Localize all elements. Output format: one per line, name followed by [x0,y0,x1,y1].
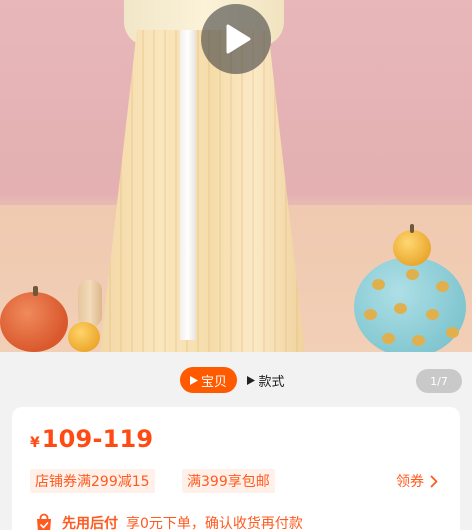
pumpkin-blue-prop [354,257,466,352]
get-coupon-link[interactable]: 领券 [396,471,438,491]
get-coupon-label: 领券 [396,474,424,490]
pumpkin-yellow-prop [393,224,431,266]
tab-baobei[interactable]: 宝贝 [180,367,237,393]
play-triangle-icon [247,375,256,385]
product-main-image[interactable] [0,0,472,352]
currency-symbol: ¥ [30,435,40,451]
garment-sash [180,30,196,340]
image-counter: 1/7 [416,369,462,393]
play-triangle-icon [189,375,198,385]
pay-later-label: 先用后付 [62,516,118,530]
pay-later-description: 享0元下单，确认收货再付款 [126,516,303,530]
price: ¥ 109-119 [30,425,153,453]
garment-skirt-pleats [100,30,305,352]
pumpkin-orange-prop [0,286,68,352]
promo-tag-free-shipping[interactable]: 满399享包邮 [182,469,275,493]
video-play-button[interactable] [201,4,271,74]
promo-tag-store-coupon[interactable]: 店铺券满299减15 [30,469,155,493]
product-info-card: ¥ 109-119 店铺券满299减15 满399享包邮 领券 先用后付 享0元… [12,407,460,530]
gourd-prop [78,280,102,328]
product-detail-screen: 宝贝 款式 1/7 ¥ 109-119 店铺券满299减15 满399享包邮 领… [0,0,472,530]
pumpkin-small-prop [68,322,100,352]
tab-kuanshi[interactable]: 款式 [239,367,293,393]
pay-later-row[interactable]: 先用后付 享0元下单，确认收货再付款 [34,513,303,530]
tab-kuanshi-label: 款式 [258,374,285,390]
tab-baobei-label: 宝贝 [200,374,227,390]
price-range: 109-119 [41,425,154,453]
play-icon [226,24,251,54]
chevron-right-icon [430,475,438,487]
gallery-switch-bar: 宝贝 款式 1/7 [0,352,472,408]
shopping-bag-icon [37,513,51,530]
